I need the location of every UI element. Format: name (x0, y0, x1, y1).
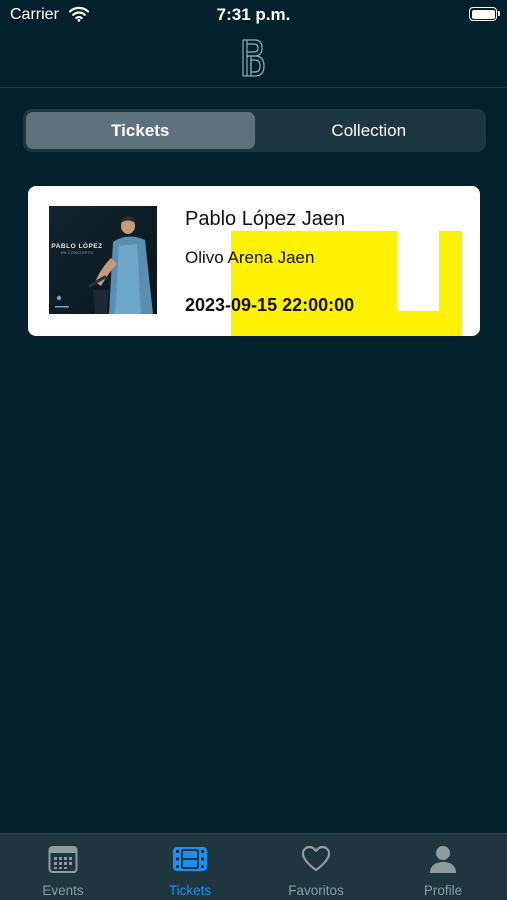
status-time: 7:31 p.m. (216, 5, 291, 24)
ticket-highlight-shape (231, 231, 314, 336)
battery-icon (469, 7, 500, 21)
event-poster: PABLO LÓPEZ EN CONCIERTO (49, 206, 157, 314)
tab-tickets[interactable]: Tickets (127, 834, 253, 900)
tab-profile[interactable]: Profile (380, 834, 506, 900)
ticket-venue: Olivo Arena Jaen (185, 248, 315, 267)
ticket-highlight-shape-right (314, 231, 462, 336)
segment-tickets[interactable]: Tickets (26, 112, 255, 149)
tab-profile-label: Profile (423, 883, 463, 898)
heart-icon (301, 844, 331, 874)
status-bar: Carrier 7:31 p.m. (0, 0, 507, 32)
tab-tickets-label: Tickets (168, 883, 212, 898)
ticket-film-icon (172, 844, 208, 874)
person-icon (428, 844, 458, 874)
ticket-card[interactable]: PABLO LÓPEZ EN CONCIERTO Pablo López Jae… (28, 186, 480, 336)
app-header (0, 32, 507, 88)
ticket-highlight-notch (397, 231, 439, 311)
poster-subtitle-text: EN CONCIERTO (60, 251, 94, 255)
app-screen: Carrier 7:31 p.m. Tickets Collection PAB… (0, 0, 507, 900)
tab-events[interactable]: Events (0, 834, 126, 900)
calendar-icon (48, 844, 78, 874)
tab-events-label: Events (42, 883, 84, 898)
segment-collection[interactable]: Collection (255, 112, 484, 149)
tab-favoritos[interactable]: Favoritos (253, 834, 379, 900)
tab-bar: Events Tickets Favoritos Profile (0, 833, 507, 900)
poster-artist-text: PABLO LÓPEZ (51, 243, 103, 250)
tab-favoritos-label: Favoritos (288, 883, 344, 898)
ticket-datetime: 2023-09-15 22:00:00 (185, 295, 355, 315)
ticket-title: Pablo López Jaen (185, 208, 346, 230)
brand-logo-icon (240, 37, 267, 84)
segmented-control: Tickets Collection (23, 109, 486, 152)
